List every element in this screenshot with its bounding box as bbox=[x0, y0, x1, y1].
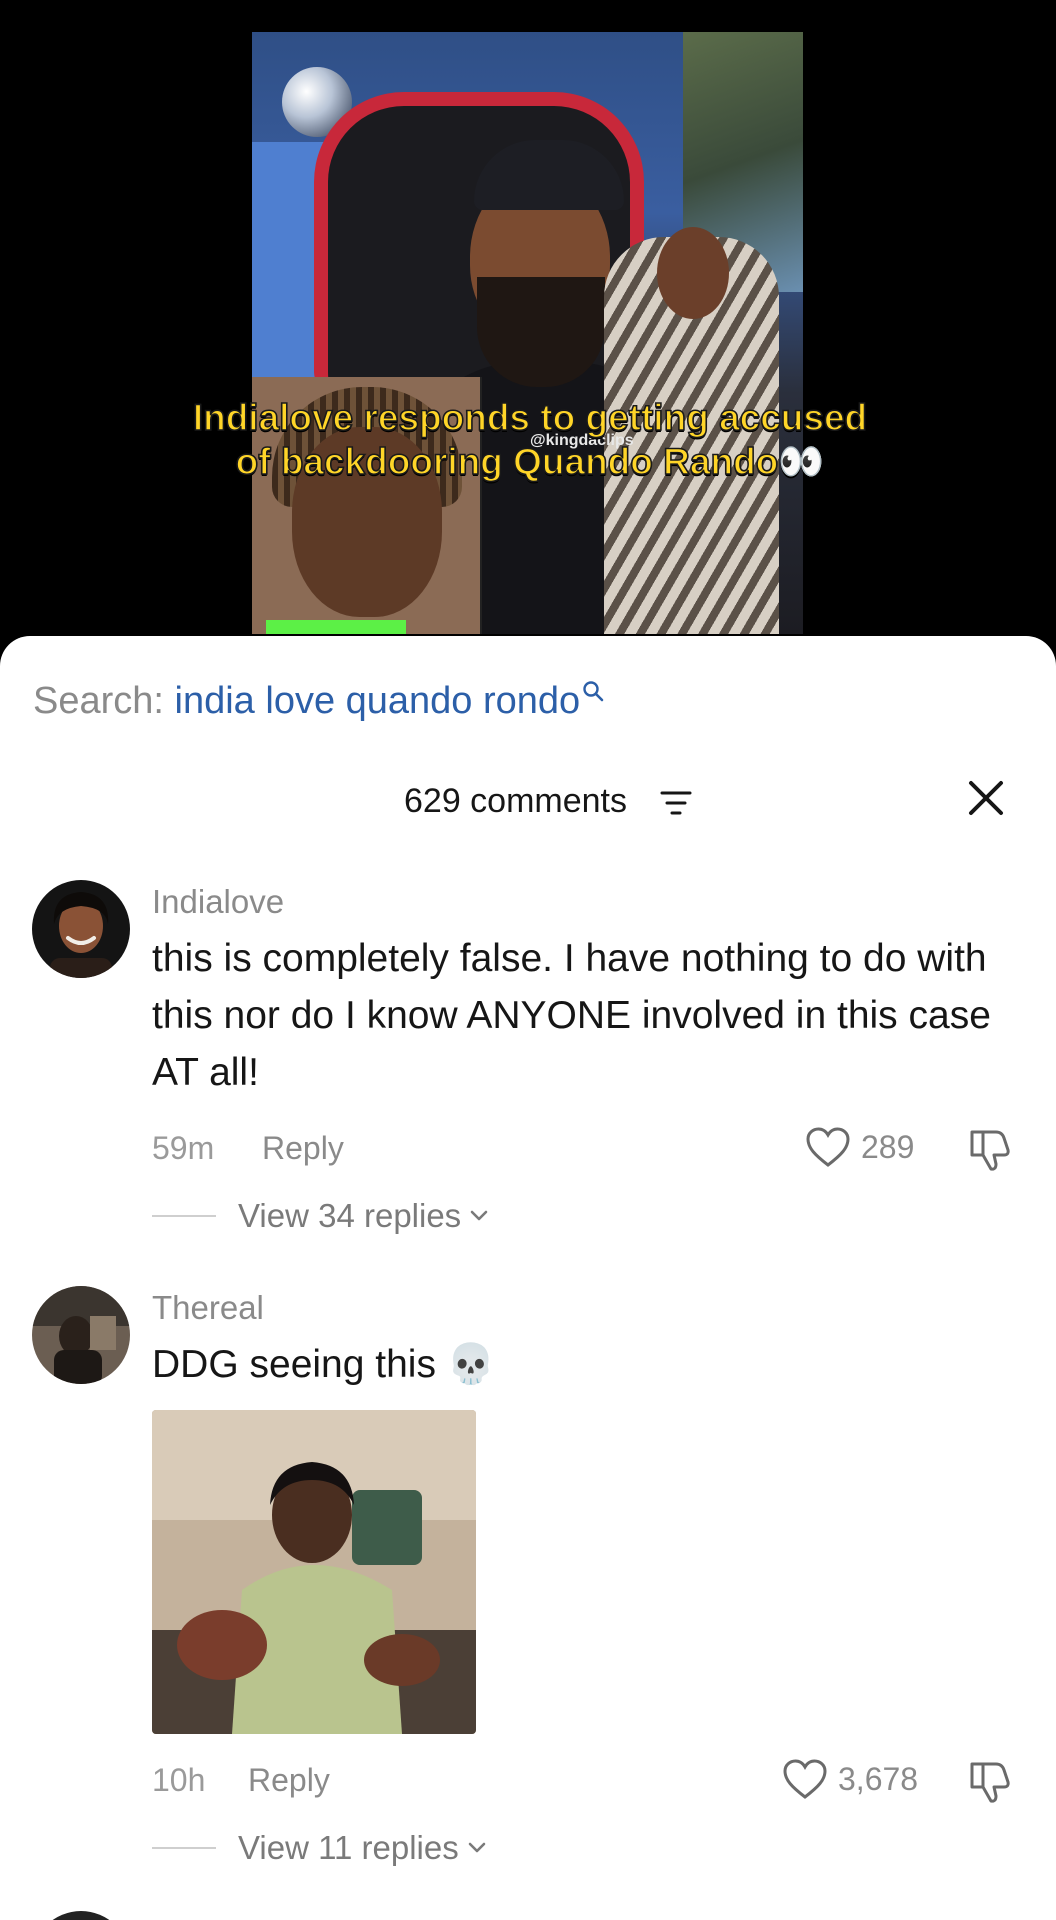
comment-image[interactable] bbox=[152, 1410, 476, 1734]
green-banner bbox=[266, 620, 406, 634]
avatar-image bbox=[32, 880, 130, 978]
comments-header: 629 comments bbox=[0, 776, 1056, 826]
woman-head bbox=[657, 227, 729, 319]
comment-username[interactable]: Thereal bbox=[152, 1288, 264, 1328]
like-button[interactable]: 3,678 bbox=[782, 1758, 918, 1800]
view-replies-label: View 34 replies bbox=[238, 1197, 462, 1234]
eyes-emoji: 👀 bbox=[777, 440, 825, 483]
comment-photo bbox=[152, 1410, 476, 1734]
video-caption: Indialove responds to getting accused of… bbox=[80, 396, 980, 484]
comment-time: 10h bbox=[152, 1762, 206, 1798]
search-label: Search: bbox=[33, 680, 164, 722]
caption-line-2: of backdooring Quando Rando👀 bbox=[235, 440, 825, 483]
chevron-down-icon bbox=[470, 1210, 488, 1221]
heart-icon bbox=[806, 1127, 850, 1167]
reply-thread-line bbox=[152, 1215, 216, 1217]
comment-username[interactable]: Indialove bbox=[152, 882, 284, 922]
comment-text: this is completely false. I have nothing… bbox=[152, 937, 991, 1094]
host-beard bbox=[477, 277, 605, 387]
comment-time: 59m bbox=[152, 1130, 215, 1166]
filter-icon[interactable] bbox=[660, 790, 692, 816]
reply-button[interactable]: Reply bbox=[262, 1128, 344, 1168]
avatar-image bbox=[32, 1286, 130, 1384]
search-suggestion[interactable]: Search: india love quando rondo bbox=[33, 678, 604, 724]
search-icon[interactable] bbox=[582, 680, 604, 702]
search-query[interactable]: india love quando rondo bbox=[175, 680, 581, 722]
next-comment-avatar[interactable] bbox=[32, 1911, 130, 1920]
thumbs-down-icon[interactable] bbox=[966, 1128, 1012, 1172]
heart-icon bbox=[783, 1759, 827, 1799]
chevron-down-icon bbox=[468, 1842, 486, 1853]
view-replies-label: View 11 replies bbox=[238, 1829, 459, 1866]
view-replies-button[interactable]: View 11 replies bbox=[152, 1828, 487, 1868]
avatar[interactable] bbox=[32, 1286, 130, 1384]
caption-line-1: Indialove responds to getting accused bbox=[192, 396, 868, 439]
like-button[interactable]: 289 bbox=[805, 1126, 914, 1168]
video-player[interactable] bbox=[252, 32, 803, 634]
like-count: 3,678 bbox=[838, 1761, 919, 1797]
comment-count: 629 comments bbox=[404, 782, 627, 820]
comments-sheet: Search: india love quando rondo 629 comm… bbox=[0, 636, 1056, 1920]
reply-thread-line bbox=[152, 1847, 216, 1849]
close-icon[interactable] bbox=[964, 776, 1008, 820]
avatar[interactable] bbox=[32, 880, 130, 978]
caption-line-2-text: of backdooring Quando Rando bbox=[235, 440, 779, 483]
comment-text: DDG seeing this 💀 bbox=[152, 1343, 496, 1386]
view-replies-button[interactable]: View 34 replies bbox=[152, 1196, 489, 1236]
screen: @kingdaclips Indialove responds to getti… bbox=[0, 0, 1056, 1920]
reply-button[interactable]: Reply bbox=[248, 1760, 330, 1800]
like-count: 289 bbox=[861, 1129, 915, 1165]
thumbs-down-icon[interactable] bbox=[966, 1760, 1012, 1804]
